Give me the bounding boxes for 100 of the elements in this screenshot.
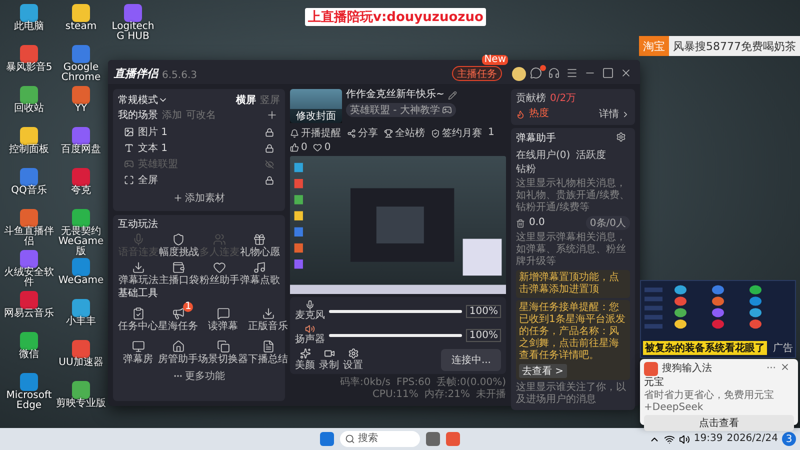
app-shortcut-icon[interactable] — [20, 45, 38, 63]
orientation-tab[interactable]: 横屏 — [236, 93, 256, 107]
trash-icon[interactable] — [516, 218, 525, 228]
volume-slider[interactable] — [329, 334, 462, 336]
tool-button[interactable]: 星海任务 1 — [158, 302, 198, 332]
tool-button[interactable]: 幅度挑战 — [158, 233, 199, 258]
details-link[interactable]: 详情 — [599, 107, 630, 121]
helper-tab[interactable]: 钻粉 — [516, 162, 536, 176]
shortcut-label: 微信 — [19, 350, 39, 360]
tool-button[interactable]: 房管助手 — [158, 335, 198, 365]
microphone-icon[interactable] — [305, 300, 315, 310]
copy-icon — [216, 340, 230, 353]
tool-button[interactable]: 弹幕玩法 — [118, 261, 158, 286]
tool-button[interactable]: 场景切换器 — [198, 335, 248, 365]
gamepad-icon — [442, 105, 452, 115]
rank-button[interactable]: 全站榜 — [384, 126, 425, 140]
headset-icon[interactable] — [548, 67, 562, 81]
shortcut-label: 控制面板 — [9, 145, 49, 155]
contract-count: 1 — [488, 127, 494, 139]
helper-tab[interactable]: 在线用户(0) — [516, 148, 570, 162]
helper-tab[interactable]: 活跃度 — [576, 148, 606, 162]
search-field[interactable]: 搜索 — [340, 431, 420, 447]
gift-value: 0.0 — [529, 217, 545, 229]
download-icon — [262, 307, 274, 320]
app-icon[interactable] — [426, 432, 440, 446]
volume-slider[interactable] — [329, 310, 462, 312]
mode-dropdown[interactable]: 常规模式 — [118, 93, 168, 107]
toolbar-button[interactable]: 录制 — [319, 348, 339, 371]
more-features-button[interactable]: 更多功能 — [118, 367, 280, 385]
tool-button[interactable]: 粉丝助手 — [199, 261, 240, 286]
shortcut-label: 小丰丰 — [66, 317, 96, 327]
share-button[interactable]: 分享 — [347, 126, 378, 140]
version-text: 6.5.6.3 — [162, 70, 198, 81]
remind-button[interactable]: 开播提醒 — [290, 126, 341, 140]
app-shortcut-icon[interactable] — [20, 127, 38, 145]
app-shortcut-icon[interactable] — [20, 209, 38, 227]
speaker-icon[interactable] — [305, 324, 315, 334]
app-shortcut-icon[interactable] — [72, 340, 90, 358]
more-button[interactable]: ··· — [766, 363, 776, 375]
lock-icon — [265, 176, 274, 184]
status-text: 未开播 — [476, 389, 506, 401]
app-shortcut-icon[interactable] — [72, 299, 90, 317]
app-shortcut-icon[interactable] — [72, 86, 90, 104]
app-shortcut-icon[interactable] — [20, 4, 38, 22]
app-shortcut-icon[interactable] — [20, 291, 38, 309]
shortcut-label: 百度网盘 — [61, 145, 101, 155]
app-shortcut-icon[interactable] — [72, 4, 90, 22]
edit-icon[interactable] — [448, 90, 458, 100]
sparkle-icon — [300, 348, 310, 359]
cover-thumbnail[interactable]: 修改封面 — [290, 89, 342, 123]
app-shortcut-icon[interactable] — [72, 381, 90, 399]
network-icon[interactable] — [664, 434, 675, 444]
app-shortcut-icon[interactable] — [72, 258, 90, 276]
view-button[interactable]: 去查看 > — [519, 364, 567, 378]
tool-button[interactable]: 正版音乐 — [248, 302, 288, 332]
tool-button[interactable]: 弹幕点歌 — [240, 261, 280, 286]
tool-button[interactable]: 任务中心 — [118, 302, 158, 332]
new-badge: New — [482, 55, 508, 65]
chevron-right-icon — [621, 110, 630, 118]
shortcut-label: QQ音乐 — [11, 186, 47, 196]
toolbar-button[interactable]: 美颜 — [295, 348, 315, 371]
task-button[interactable]: 主播任务 — [452, 66, 502, 81]
app-icon[interactable] — [446, 432, 460, 446]
app-shortcut-icon[interactable] — [20, 373, 38, 391]
add-source-button[interactable]: 添加素材 — [118, 189, 280, 207]
likes-count[interactable]: 0 — [290, 142, 308, 153]
maximize-icon[interactable] — [602, 67, 616, 81]
hearts-count[interactable]: 0 — [313, 142, 331, 153]
view-button[interactable]: 点击查看 — [644, 415, 794, 431]
ad-label: 广告 — [773, 342, 793, 355]
app-shortcut-icon[interactable] — [20, 250, 38, 268]
notification-badge[interactable]: 3 — [782, 432, 796, 446]
category-chip[interactable]: 英雄联盟 - 大神教学 — [346, 103, 456, 117]
connect-button[interactable]: 连接中... — [441, 348, 501, 370]
toolbar-button[interactable]: 设置 — [343, 348, 363, 371]
message-icon[interactable] — [530, 67, 544, 81]
trophy-icon — [384, 128, 393, 138]
house-icon — [172, 340, 184, 353]
tool-button[interactable]: 下播总结 — [248, 335, 288, 365]
tool-button[interactable]: 主播口袋 — [158, 261, 199, 286]
volume-reading: 100% — [466, 304, 501, 318]
app-shortcut-icon[interactable] — [72, 127, 90, 145]
volume-icon[interactable] — [678, 434, 690, 444]
status-text: CPU:11% — [372, 389, 418, 401]
helper-title: 弹幕助手 — [516, 133, 556, 145]
start-icon[interactable] — [320, 432, 334, 446]
contract-button[interactable]: 签约月赛 — [431, 126, 482, 140]
tool-button[interactable]: 礼物心愿 — [240, 233, 280, 258]
scene-item[interactable]: 图片 1 — [118, 125, 280, 139]
app-shortcut-icon[interactable] — [72, 209, 90, 227]
app-shortcut-icon[interactable] — [20, 86, 38, 104]
shortcut-label: 网易云音乐 — [4, 309, 54, 319]
shortcut-label: 无畏契约WeGame版 — [57, 227, 105, 257]
scene-item[interactable]: 文本 1 — [118, 141, 280, 155]
monitor-icon — [132, 340, 144, 353]
tool-button[interactable]: 读弹幕 — [198, 302, 248, 332]
stream-title: 作作金克丝新年快乐~ — [346, 89, 444, 101]
app-shortcut-icon[interactable] — [20, 332, 38, 350]
scene-item[interactable]: 全屏 — [118, 173, 280, 187]
tool-button[interactable]: 弹幕房 — [118, 335, 158, 365]
